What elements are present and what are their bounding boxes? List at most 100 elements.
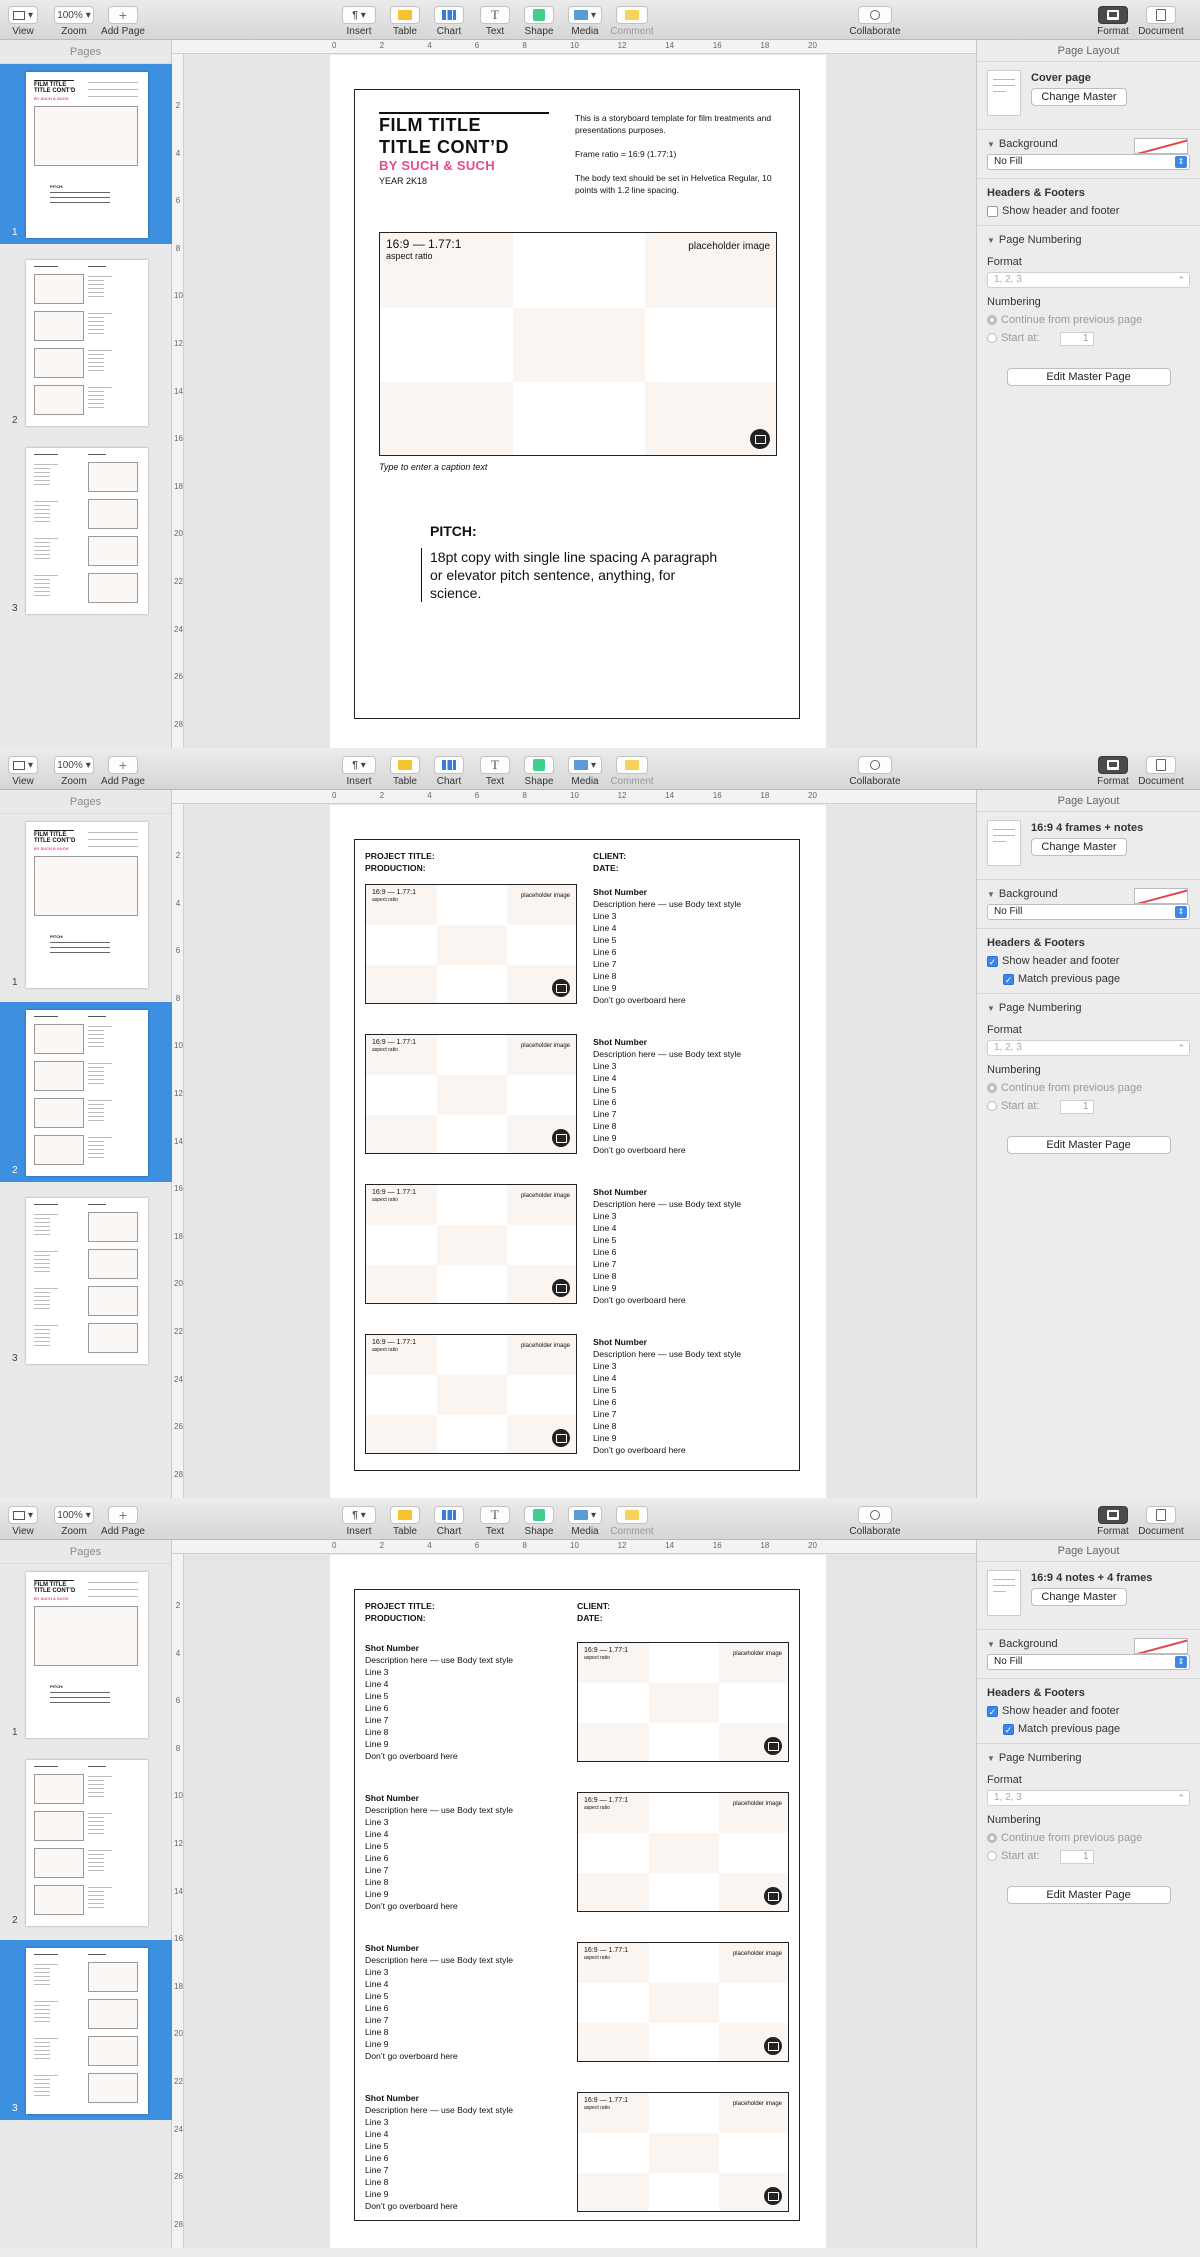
pitch-title[interactable]: PITCH: <box>430 523 477 539</box>
format-select[interactable]: 1, 2, 3 ⌃ <box>987 272 1190 288</box>
format-button[interactable]: Format <box>1088 1506 1138 1537</box>
master-thumbnail[interactable] <box>987 1570 1021 1616</box>
pitch-body[interactable]: 18pt copy with single line spacing A par… <box>421 548 721 602</box>
show-header-footer-checkbox[interactable]: Show header and footer <box>987 205 1190 217</box>
start-at-radio[interactable]: Start at: 1 <box>987 1850 1190 1864</box>
placeholder-image-frame[interactable]: 16:9 — 1.77:1 aspect ratio placeholder ima… <box>365 1184 577 1304</box>
caption-text[interactable]: Type to enter a caption text <box>379 462 487 472</box>
page-thumbnail-2[interactable]: 2 <box>0 1002 172 1182</box>
document-page[interactable]: PROJECT TITLE: PRODUCTION: CLIENT: DATE: Sho… <box>330 1555 826 2248</box>
master-thumbnail[interactable] <box>987 70 1021 116</box>
horizontal-ruler[interactable]: 0 2 4 6 8 10 12 14 16 18 20 <box>172 40 976 54</box>
edit-master-page-button[interactable]: Edit Master Page <box>1006 1136 1171 1154</box>
page-thumbnail-1[interactable]: FILM TITLE TITLE CONT’D BY SUCH & SUCH PITC… <box>0 814 172 994</box>
cover-body[interactable]: This is a storyboard template for film t… <box>575 112 785 196</box>
document-button[interactable]: Document <box>1136 1506 1186 1537</box>
background-color-swatch[interactable] <box>1134 888 1188 904</box>
media-placeholder-icon[interactable] <box>764 2187 782 2205</box>
media-placeholder-icon[interactable] <box>750 429 770 449</box>
placeholder-image-frame[interactable]: 16:9 — 1.77:1 aspect ratio placeholder ima… <box>577 1792 789 1912</box>
format-button[interactable]: Format <box>1088 6 1138 37</box>
collaborate-button[interactable]: Collaborate <box>848 756 902 787</box>
edit-master-page-button[interactable]: Edit Master Page <box>1006 368 1171 386</box>
vertical-ruler[interactable]: 2 4 6 8 10 12 14 16 18 20 22 24 26 28 <box>172 54 184 748</box>
start-at-radio[interactable]: Start at: 1 <box>987 332 1190 346</box>
placeholder-image-frame[interactable]: 16:9 — 1.77:1 aspect ratio placeholder ima… <box>365 1034 577 1154</box>
add-page-button[interactable]: + Add Page <box>98 756 148 787</box>
shape-button[interactable]: Shape <box>514 756 564 787</box>
start-at-input[interactable]: 1 <box>1059 332 1094 346</box>
table-button[interactable]: Table <box>380 6 430 37</box>
comment-button[interactable]: Comment <box>606 6 658 37</box>
project-header[interactable]: PROJECT TITLE: PRODUCTION: <box>365 1600 435 1624</box>
document-button[interactable]: Document <box>1136 6 1186 37</box>
continue-radio[interactable]: Continue from previous page <box>987 1082 1190 1094</box>
media-button[interactable]: ▾ Media <box>558 1506 612 1537</box>
media-placeholder-icon[interactable] <box>764 2037 782 2055</box>
page-thumbnail-2[interactable]: 2 <box>0 1752 172 1932</box>
media-placeholder-icon[interactable] <box>552 1279 570 1297</box>
start-at-input[interactable]: 1 <box>1059 1850 1094 1864</box>
master-thumbnail[interactable] <box>987 820 1021 866</box>
table-button[interactable]: Table <box>380 1506 430 1537</box>
format-select[interactable]: 1, 2, 3 ⌃ <box>987 1040 1190 1056</box>
client-header[interactable]: CLIENT: DATE: <box>577 1600 610 1624</box>
media-button[interactable]: ▾ Media <box>558 6 612 37</box>
fill-select[interactable]: No Fill ⇕ <box>987 904 1190 920</box>
disclosure-triangle-icon[interactable]: ▼ <box>987 1004 995 1013</box>
change-master-button[interactable]: Change Master <box>1031 1588 1127 1606</box>
match-previous-checkbox[interactable]: ✓ Match previous page <box>987 1723 1190 1735</box>
change-master-button[interactable]: Change Master <box>1031 838 1127 856</box>
table-button[interactable]: Table <box>380 756 430 787</box>
continue-radio[interactable]: Continue from previous page <box>987 314 1190 326</box>
shape-button[interactable]: Shape <box>514 6 564 37</box>
shot-notes[interactable]: Shot Number Description here — use Body t… <box>365 1942 513 2062</box>
chart-button[interactable]: Chart <box>424 756 474 787</box>
start-at-input[interactable]: 1 <box>1059 1100 1094 1114</box>
document-page[interactable]: PROJECT TITLE: PRODUCTION: CLIENT: DATE: 16:… <box>330 805 826 1498</box>
collaborate-button[interactable]: Collaborate <box>848 1506 902 1537</box>
byline[interactable]: BY SUCH & SUCH <box>379 158 495 173</box>
project-header[interactable]: PROJECT TITLE: PRODUCTION: <box>365 850 435 874</box>
media-placeholder-icon[interactable] <box>552 979 570 997</box>
fill-select[interactable]: No Fill ⇕ <box>987 154 1190 170</box>
page-thumbnail-1[interactable]: FILM TITLE TITLE CONT’D BY SUCH & SUCH PITC… <box>0 1564 172 1744</box>
fill-select[interactable]: No Fill ⇕ <box>987 1654 1190 1670</box>
client-header[interactable]: CLIENT: DATE: <box>593 850 626 874</box>
shape-button[interactable]: Shape <box>514 1506 564 1537</box>
zoom-select[interactable]: 100% ▾ Zoom <box>44 6 104 37</box>
background-color-swatch[interactable] <box>1134 138 1188 154</box>
disclosure-triangle-icon[interactable]: ▼ <box>987 890 995 899</box>
page-thumbnail-2[interactable]: 2 <box>0 252 172 432</box>
text-button[interactable]: T Text <box>470 6 520 37</box>
disclosure-triangle-icon[interactable]: ▼ <box>987 1640 995 1649</box>
page-thumbnail-3[interactable]: 3 <box>0 1940 172 2120</box>
comment-button[interactable]: Comment <box>606 1506 658 1537</box>
chart-button[interactable]: Chart <box>424 1506 474 1537</box>
document-button[interactable]: Document <box>1136 756 1186 787</box>
placeholder-image-frame[interactable]: 16:9 — 1.77:1 aspect ratio placeholder ima… <box>365 884 577 1004</box>
shot-notes[interactable]: Shot Number Description here — use Body t… <box>365 1642 513 1762</box>
change-master-button[interactable]: Change Master <box>1031 88 1127 106</box>
document-canvas[interactable]: PROJECT TITLE: PRODUCTION: CLIENT: DATE: 16:… <box>185 805 976 1498</box>
zoom-select[interactable]: 100% ▾ Zoom <box>44 1506 104 1537</box>
horizontal-ruler[interactable]: 0 2 4 6 8 10 12 14 16 18 20 <box>172 790 976 804</box>
vertical-ruler[interactable]: 2 4 6 8 10 12 14 16 18 20 22 24 26 28 <box>172 804 184 1498</box>
shot-notes[interactable]: Shot Number Description here — use Body t… <box>365 1792 513 1912</box>
shot-notes[interactable]: Shot Number Description here — use Body t… <box>593 1336 741 1456</box>
shot-notes[interactable]: Shot Number Description here — use Body t… <box>593 1186 741 1306</box>
show-header-footer-checkbox[interactable]: ✓ Show header and footer <box>987 1705 1190 1717</box>
view-button[interactable]: ▾ View <box>0 1506 48 1537</box>
chart-button[interactable]: Chart <box>424 6 474 37</box>
format-select[interactable]: 1, 2, 3 ⌃ <box>987 1790 1190 1806</box>
shot-notes[interactable]: Shot Number Description here — use Body t… <box>593 1036 741 1156</box>
disclosure-triangle-icon[interactable]: ▼ <box>987 1754 995 1763</box>
film-title[interactable]: FILM TITLE TITLE CONT’D <box>379 114 509 158</box>
zoom-select[interactable]: 100% ▾ Zoom <box>44 756 104 787</box>
view-button[interactable]: ▾ View <box>0 6 48 37</box>
page-thumbnail-3[interactable]: 3 <box>0 1190 172 1370</box>
edit-master-page-button[interactable]: Edit Master Page <box>1006 1886 1171 1904</box>
insert-button[interactable]: ¶ ▾ Insert <box>332 1506 386 1537</box>
placeholder-image-frame[interactable]: 16:9 — 1.77:1 aspect ratio placeholder ima… <box>365 1334 577 1454</box>
shot-notes[interactable]: Shot Number Description here — use Body t… <box>593 886 741 1006</box>
